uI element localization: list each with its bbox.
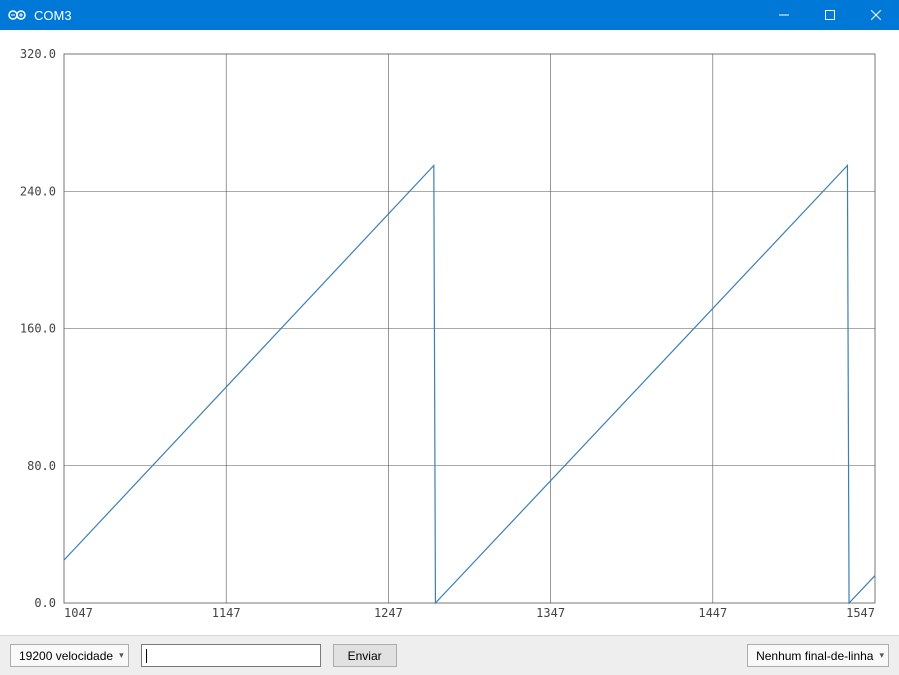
chevron-down-icon: ▾ <box>119 650 124 661</box>
minimize-button[interactable] <box>761 0 807 30</box>
svg-text:240.0: 240.0 <box>20 184 56 198</box>
svg-text:1047: 1047 <box>64 606 93 620</box>
window-titlebar: COM3 <box>0 0 899 30</box>
svg-text:1147: 1147 <box>212 606 241 620</box>
bottom-toolbar: 19200 velocidade ▾ Enviar Nenhum final-d… <box>0 635 899 675</box>
svg-text:1447: 1447 <box>698 606 727 620</box>
svg-text:320.0: 320.0 <box>20 47 56 61</box>
send-button-label: Enviar <box>348 649 382 663</box>
window-title: COM3 <box>34 8 72 23</box>
line-ending-label: Nenhum final-de-linha <box>756 649 873 663</box>
window-controls <box>761 0 899 30</box>
chevron-down-icon: ▾ <box>879 650 884 661</box>
send-button[interactable]: Enviar <box>333 644 397 667</box>
serial-plotter: 1047 1147 1247 1347 1447 1547 0.0 80.0 160.0 240.… <box>0 30 899 635</box>
svg-text:1547: 1547 <box>846 606 875 620</box>
close-button[interactable] <box>853 0 899 30</box>
baud-rate-label: 19200 velocidade <box>19 649 113 663</box>
send-input[interactable] <box>141 644 321 667</box>
line-ending-select[interactable]: Nenhum final-de-linha ▾ <box>747 644 889 667</box>
svg-text:80.0: 80.0 <box>27 459 56 473</box>
svg-text:0.0: 0.0 <box>34 596 56 610</box>
svg-text:1347: 1347 <box>536 606 565 620</box>
svg-text:160.0: 160.0 <box>20 322 56 336</box>
baud-rate-select[interactable]: 19200 velocidade ▾ <box>10 644 129 667</box>
maximize-button[interactable] <box>807 0 853 30</box>
svg-text:1247: 1247 <box>374 606 403 620</box>
arduino-icon <box>8 9 26 21</box>
plot-canvas: 1047 1147 1247 1347 1447 1547 0.0 80.0 160.0 240.… <box>12 40 887 627</box>
